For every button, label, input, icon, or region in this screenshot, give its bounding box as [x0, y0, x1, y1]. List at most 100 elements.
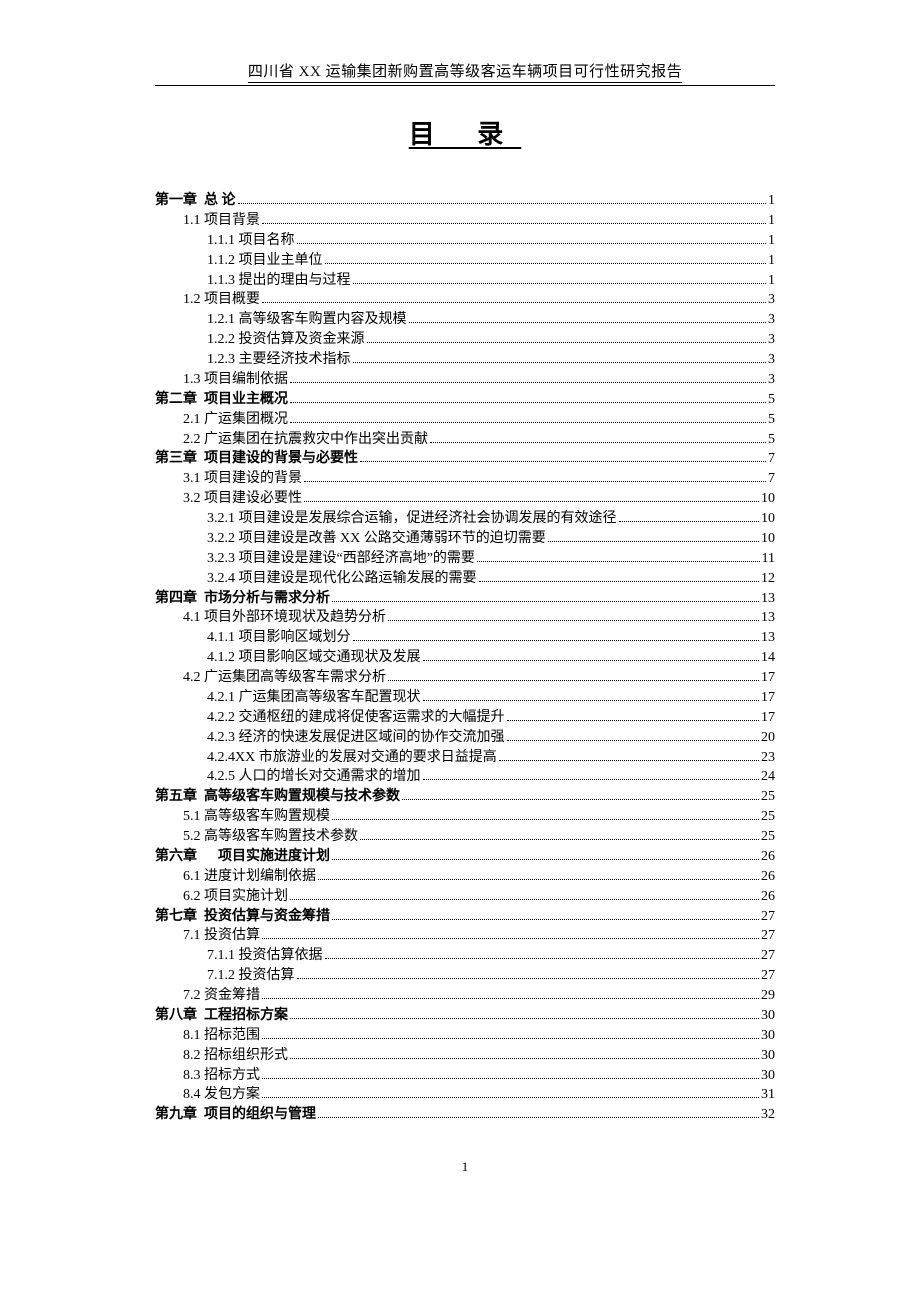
- toc-entry[interactable]: 第六章 项目实施进度计划26: [155, 847, 775, 867]
- toc-entry[interactable]: 1.1.3 提出的理由与过程1: [155, 271, 775, 291]
- toc-entry-page: 30: [761, 1006, 775, 1026]
- toc-entry[interactable]: 4.1.1 项目影响区域划分13: [155, 628, 775, 648]
- toc-leader-dots: [619, 521, 760, 522]
- toc-leader-dots: [290, 382, 766, 383]
- toc-entry[interactable]: 1.2 项目概要3: [155, 290, 775, 310]
- toc-entry-page: 23: [761, 748, 775, 768]
- toc-entry-page: 7: [768, 449, 775, 469]
- toc-entry[interactable]: 7.1.1 投资估算依据27: [155, 946, 775, 966]
- toc-entry[interactable]: 1.1.1 项目名称1: [155, 231, 775, 251]
- toc-entry[interactable]: 8.3 招标方式30: [155, 1066, 775, 1086]
- toc-entry[interactable]: 1.3 项目编制依据3: [155, 370, 775, 390]
- toc-leader-dots: [423, 779, 760, 780]
- toc-leader-dots: [499, 760, 759, 761]
- toc-entry-label: 1.1.1 项目名称: [207, 231, 295, 251]
- toc-entry-label: 3.2.3 项目建设是建设“西部经济高地”的需要: [207, 549, 475, 569]
- toc-entry[interactable]: 第五章 高等级客车购置规模与技术参数25: [155, 787, 775, 807]
- toc-entry[interactable]: 第三章 项目建设的背景与必要性7: [155, 449, 775, 469]
- toc-entry[interactable]: 3.1 项目建设的背景7: [155, 469, 775, 489]
- toc-entry-label: 第八章 工程招标方案: [155, 1006, 288, 1026]
- toc-leader-dots: [360, 461, 766, 462]
- toc-leader-dots: [332, 819, 759, 820]
- toc-entry-label: 1.1.2 项目业主单位: [207, 251, 323, 271]
- toc-entry[interactable]: 5.2 高等级客车购置技术参数25: [155, 827, 775, 847]
- toc-leader-dots: [332, 859, 759, 860]
- toc-entry[interactable]: 7.1.2 投资估算27: [155, 966, 775, 986]
- toc-entry-label: 7.1.2 投资估算: [207, 966, 295, 986]
- toc-entry-label: 5.2 高等级客车购置技术参数: [183, 827, 358, 847]
- toc-entry-label: 3.1 项目建设的背景: [183, 469, 302, 489]
- toc-entry[interactable]: 6.1 进度计划编制依据26: [155, 867, 775, 887]
- toc-entry[interactable]: 4.2.4XX 市旅游业的发展对交通的要求日益提高23: [155, 748, 775, 768]
- toc-leader-dots: [262, 938, 759, 939]
- toc-entry-page: 5: [768, 410, 775, 430]
- toc-leader-dots: [353, 283, 767, 284]
- toc-entry[interactable]: 1.1.2 项目业主单位1: [155, 251, 775, 271]
- toc-entry[interactable]: 4.2.2 交通枢纽的建成将促使客运需求的大幅提升17: [155, 708, 775, 728]
- toc-entry[interactable]: 1.2.1 高等级客车购置内容及规模3: [155, 310, 775, 330]
- toc-entry[interactable]: 3.2 项目建设必要性10: [155, 489, 775, 509]
- toc-entry-page: 17: [761, 708, 775, 728]
- toc-entry[interactable]: 4.1 项目外部环境现状及趋势分析13: [155, 608, 775, 628]
- toc-entry-page: 25: [761, 807, 775, 827]
- toc-entry-page: 24: [761, 767, 775, 787]
- toc-entry-page: 12: [761, 569, 775, 589]
- toc-entry[interactable]: 4.2.1 广运集团高等级客车配置现状17: [155, 688, 775, 708]
- toc-leader-dots: [262, 1097, 759, 1098]
- toc-leader-dots: [290, 1018, 759, 1019]
- toc-entry-label: 第一章 总 论: [155, 191, 236, 211]
- toc-entry[interactable]: 4.1.2 项目影响区域交通现状及发展14: [155, 648, 775, 668]
- toc-leader-dots: [402, 799, 759, 800]
- toc-entry[interactable]: 8.4 发包方案 31: [155, 1085, 775, 1105]
- toc-entry[interactable]: 5.1 高等级客车购置规模 25: [155, 807, 775, 827]
- toc-entry-label: 4.2.3 经济的快速发展促进区域间的协作交流加强: [207, 728, 505, 748]
- toc-entry-label: 2.1 广运集团概况: [183, 410, 288, 430]
- toc-entry[interactable]: 8.2 招标组织形式30: [155, 1046, 775, 1066]
- toc-entry-page: 30: [761, 1066, 775, 1086]
- toc-entry-page: 11: [762, 549, 775, 569]
- toc-entry-label: 1.1.3 提出的理由与过程: [207, 271, 351, 291]
- toc-leader-dots: [507, 740, 760, 741]
- toc-entry[interactable]: 第一章 总 论1: [155, 191, 775, 211]
- toc-entry-label: 1.2 项目概要: [183, 290, 260, 310]
- toc-entry-label: 4.1.2 项目影响区域交通现状及发展: [207, 648, 421, 668]
- toc-entry[interactable]: 第九章 项目的组织与管理32: [155, 1105, 775, 1125]
- toc-entry[interactable]: 4.2.3 经济的快速发展促进区域间的协作交流加强20: [155, 728, 775, 748]
- toc-entry-page: 13: [761, 608, 775, 628]
- toc-entry[interactable]: 7.2 资金筹措29: [155, 986, 775, 1006]
- toc-entry[interactable]: 3.2.1 项目建设是发展综合运输，促进经济社会协调发展的有效途径10: [155, 509, 775, 529]
- toc-entry[interactable]: 第八章 工程招标方案 30: [155, 1006, 775, 1026]
- toc-entry-label: 6.2 项目实施计划: [183, 887, 288, 907]
- toc-entry-label: 第二章 项目业主概况: [155, 390, 288, 410]
- toc-entry[interactable]: 第七章 投资估算与资金筹措27: [155, 907, 775, 927]
- toc-leader-dots: [304, 481, 766, 482]
- toc-entry[interactable]: 第二章 项目业主概况5: [155, 390, 775, 410]
- toc-entry[interactable]: 2.1 广运集团概况 5: [155, 410, 775, 430]
- toc-entry-label: 8.4 发包方案: [183, 1085, 260, 1105]
- toc-entry-page: 26: [761, 847, 775, 867]
- toc-entry[interactable]: 6.2 项目实施计划26: [155, 887, 775, 907]
- toc-leader-dots: [477, 561, 760, 562]
- toc-entry[interactable]: 第四章 市场分析与需求分析13: [155, 589, 775, 609]
- toc-entry-page: 3: [768, 310, 775, 330]
- toc-entry[interactable]: 3.2.2 项目建设是改善 XX 公路交通薄弱环节的迫切需要10: [155, 529, 775, 549]
- toc-leader-dots: [507, 720, 760, 721]
- toc-entry[interactable]: 4.2.5 人口的增长对交通需求的增加24: [155, 767, 775, 787]
- toc-entry[interactable]: 3.2.4 项目建设是现代化公路运输发展的需要12: [155, 569, 775, 589]
- toc-entry[interactable]: 8.1 招标范围30: [155, 1026, 775, 1046]
- toc-entry[interactable]: 3.2.3 项目建设是建设“西部经济高地”的需要 11: [155, 549, 775, 569]
- toc-entry-label: 4.2 广运集团高等级客车需求分析: [183, 668, 386, 688]
- toc-entry[interactable]: 1.2.2 投资估算及资金来源3: [155, 330, 775, 350]
- toc-entry[interactable]: 4.2 广运集团高等级客车需求分析17: [155, 668, 775, 688]
- toc-entry[interactable]: 2.2 广运集团在抗震救灾中作出突出贡献5: [155, 430, 775, 450]
- toc-leader-dots: [353, 362, 767, 363]
- toc-leader-dots: [318, 1117, 759, 1118]
- toc-entry[interactable]: 1.1 项目背景1: [155, 211, 775, 231]
- toc-entry[interactable]: 1.2.3 主要经济技术指标3: [155, 350, 775, 370]
- toc-entry-page: 3: [768, 330, 775, 350]
- toc-entry-page: 31: [761, 1085, 775, 1105]
- toc-entry-label: 第四章 市场分析与需求分析: [155, 589, 330, 609]
- toc-entry-label: 2.2 广运集团在抗震救灾中作出突出贡献: [183, 430, 428, 450]
- toc-entry-label: 5.1 高等级客车购置规模: [183, 807, 330, 827]
- toc-entry[interactable]: 7.1 投资估算27: [155, 926, 775, 946]
